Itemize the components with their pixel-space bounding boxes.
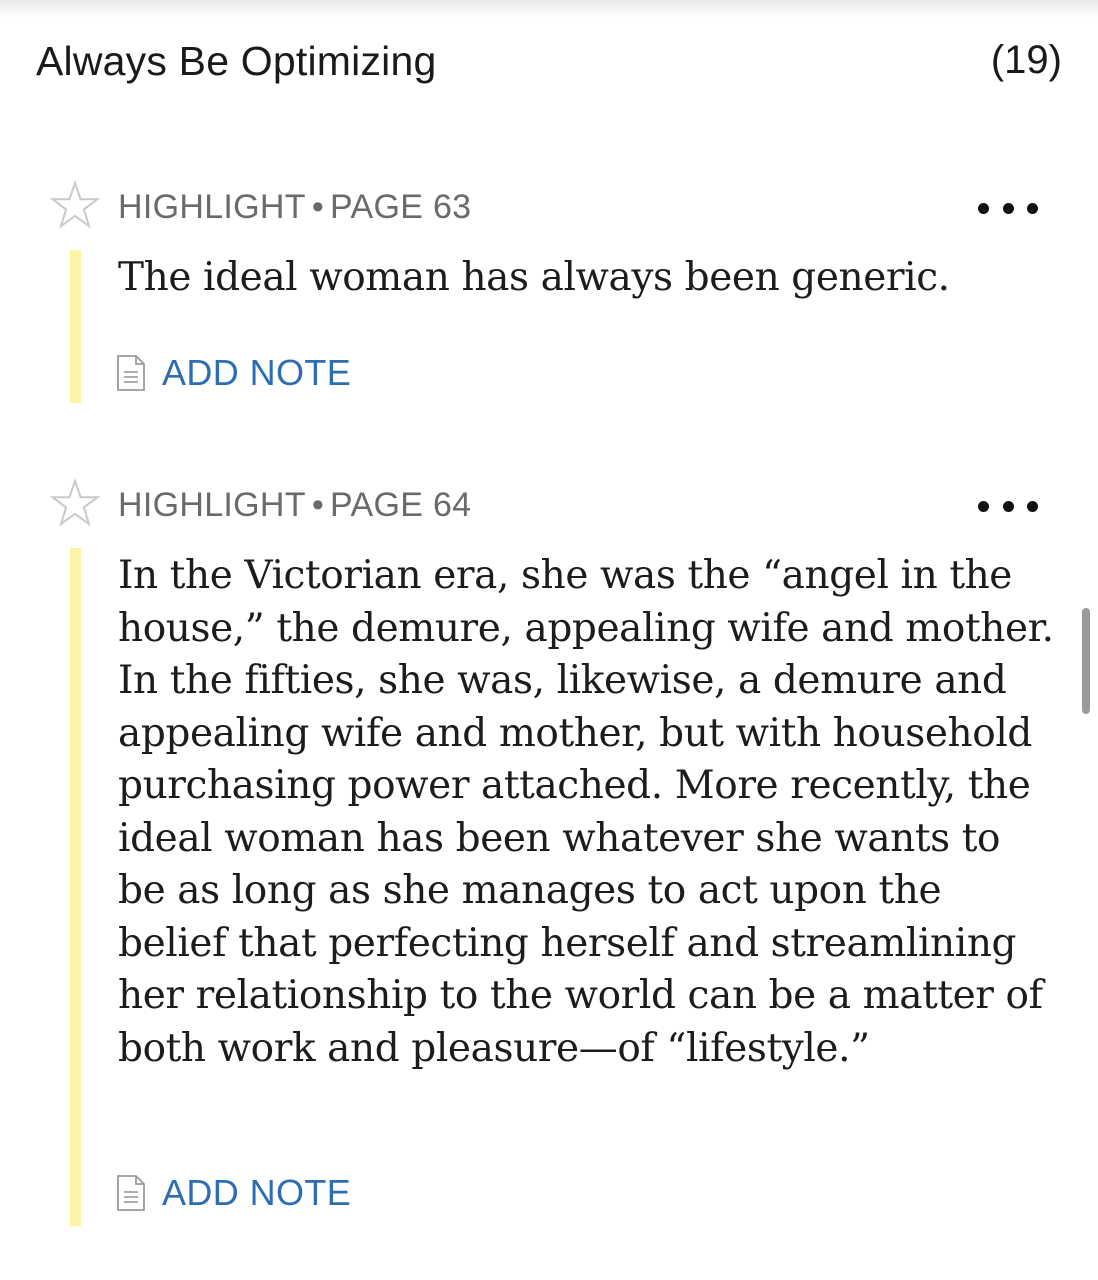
highlight-count: (19) (990, 38, 1062, 82)
more-dots-icon (1002, 500, 1014, 512)
more-options-button[interactable] (978, 186, 1038, 230)
star-icon[interactable] (49, 477, 101, 528)
highlight-type: HIGHLIGHT (118, 188, 306, 226)
more-dots-icon (1027, 500, 1038, 512)
highlight-color-bar (70, 548, 81, 1226)
note-document-icon (117, 355, 145, 391)
add-note-label: ADD NOTE (162, 1172, 352, 1213)
note-document-icon (117, 1175, 145, 1211)
highlight-card: HIGHLIGHT • PAGE 63 The ideal woman has al… (0, 179, 1098, 410)
more-options-button[interactable] (978, 484, 1038, 528)
meta-separator: • (311, 486, 325, 524)
highlight-meta: HIGHLIGHT • PAGE 64 (118, 486, 471, 525)
more-dots-icon (978, 500, 989, 512)
highlight-text: In the Victorian era, she was the “angel… (118, 553, 1054, 1071)
star-icon[interactable] (49, 179, 101, 230)
add-note-button[interactable]: ADD NOTE (116, 352, 351, 394)
chapter-title: Always Be Optimizing (36, 38, 437, 84)
highlight-page: PAGE 64 (330, 486, 472, 524)
more-dots-icon (978, 202, 989, 214)
highlight-type: HIGHLIGHT (118, 486, 306, 524)
highlight-card: HIGHLIGHT • PAGE 64 In the Victorian era, … (0, 477, 1098, 1238)
chapter-header: Always Be Optimizing (19) (36, 38, 1062, 98)
add-note-label: ADD NOTE (162, 352, 352, 393)
more-dots-icon (1002, 202, 1014, 214)
add-note-button[interactable]: ADD NOTE (116, 1172, 351, 1214)
more-dots-icon (1027, 202, 1038, 214)
highlight-meta: HIGHLIGHT • PAGE 63 (118, 188, 471, 227)
highlight-text: The ideal woman has always been generic. (118, 255, 950, 300)
highlight-page: PAGE 63 (330, 188, 472, 226)
top-shadow (0, 0, 1098, 18)
meta-separator: • (311, 188, 325, 226)
highlight-color-bar (70, 250, 81, 403)
scrollbar-thumb[interactable] (1082, 608, 1090, 714)
